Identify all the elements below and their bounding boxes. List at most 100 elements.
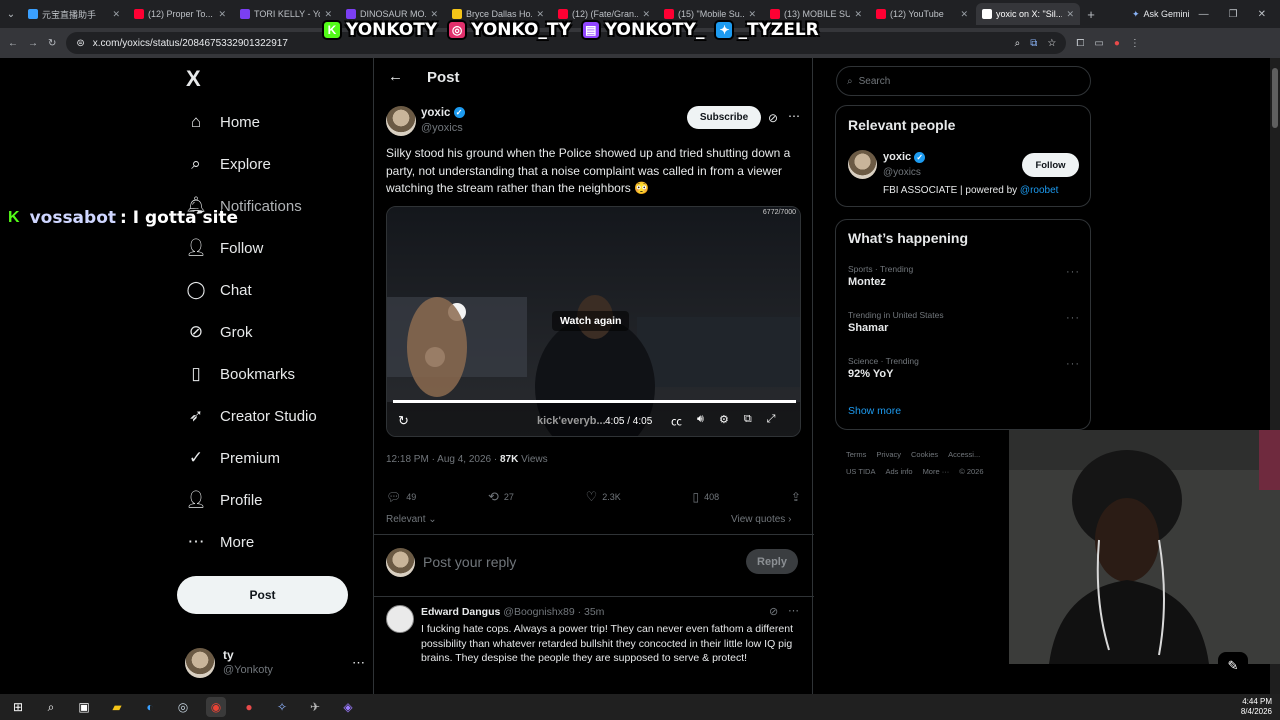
zoom-icon[interactable]: ⌕	[1015, 38, 1021, 49]
extensions-icon[interactable]: ⧠	[1076, 38, 1084, 49]
person-bio-link[interactable]: @roobet	[1020, 185, 1059, 196]
view-quotes-link[interactable]: View quotes ›	[731, 514, 791, 525]
tab-close-icon[interactable]: ✕	[748, 9, 756, 20]
back-icon[interactable]: ←	[8, 38, 18, 49]
tab-close-icon[interactable]: ✕	[960, 9, 968, 20]
tab-close-icon[interactable]: ✕	[112, 9, 120, 20]
repost-action[interactable]: ⟲ 27	[488, 489, 514, 505]
task-view-icon[interactable]: ▣	[74, 697, 94, 717]
replay-icon[interactable]: ↻	[398, 413, 409, 429]
volume-icon[interactable]: 🔊︎	[697, 413, 704, 429]
menu-icon[interactable]: ⋮	[1130, 38, 1140, 49]
reply-post[interactable]: Edward Dangus @Boognishx89 · 35m ⊘ ⋯ I f…	[374, 597, 814, 694]
bookmark-action[interactable]: ▯ 408	[693, 489, 720, 505]
file-explorer-icon[interactable]: ▰	[107, 697, 127, 717]
reply-more-icon[interactable]: ⋯	[788, 604, 799, 617]
site-info-icon[interactable]: ⊜	[76, 38, 84, 49]
minimize-icon[interactable]: —	[1199, 9, 1209, 20]
start-icon[interactable]: ⊞	[8, 697, 28, 717]
back-arrow-icon[interactable]: ←	[388, 68, 403, 85]
nav-item-chat[interactable]: ◯ Chat	[186, 269, 366, 311]
app-icon[interactable]: ◈	[338, 697, 358, 717]
restore-icon[interactable]: ❐	[1229, 9, 1238, 20]
extension-icon[interactable]: ⧉	[1030, 38, 1037, 49]
obs-icon[interactable]: ●	[239, 697, 259, 717]
account-more-icon[interactable]: ⋯	[352, 655, 365, 671]
tab-close-icon[interactable]: ✕	[430, 9, 438, 20]
footer-link[interactable]: © 2026	[959, 463, 983, 480]
search-box[interactable]: ⌕ Search	[836, 66, 1091, 96]
tab-close-icon[interactable]: ✕	[218, 9, 226, 20]
footer-link[interactable]: Privacy	[876, 446, 901, 463]
chrome-icon[interactable]: ◉	[206, 697, 226, 717]
nav-item-grok[interactable]: ⊘ Grok	[186, 311, 366, 353]
scrollbar-thumb[interactable]	[1272, 68, 1278, 128]
search-input[interactable]: Search	[859, 76, 891, 87]
reply-button[interactable]: Reply	[746, 549, 798, 574]
reply-author-name[interactable]: Edward Dangus	[421, 606, 500, 618]
browser-tab[interactable]: 元宝直播助手 ✕	[22, 3, 126, 25]
watch-again-button[interactable]: Watch again	[552, 311, 630, 331]
account-switcher[interactable]: ty @Yonkoty ⋯	[185, 644, 365, 682]
edge-icon[interactable]: ◐	[140, 697, 160, 717]
tab-list-icon[interactable]: ⌄	[0, 9, 22, 20]
trend-more-icon[interactable]: ···	[1066, 358, 1080, 370]
reply-sort-dropdown[interactable]: Relevant ⌄	[386, 514, 437, 525]
video-progress-bar[interactable]	[393, 400, 796, 403]
video-player[interactable]: 6772/7000 Watch again kick'everyb... ↻ 4…	[386, 206, 801, 437]
person-avatar[interactable]	[848, 150, 877, 179]
grok-chat-fab[interactable]: ✎	[1218, 652, 1248, 680]
taskbar-clock[interactable]: 4:44 PM 8/4/2026	[1241, 697, 1280, 717]
ask-gemini-button[interactable]: ✦ Ask Gemini	[1132, 9, 1190, 20]
nav-item-creator-studio[interactable]: ➶ Creator Studio	[186, 395, 366, 437]
footer-link[interactable]: Ads info	[885, 463, 912, 480]
reply-input[interactable]: Post your reply	[423, 554, 516, 570]
like-action[interactable]: ♡ 2.3K	[586, 489, 621, 505]
post-more-icon[interactable]: ⋯	[788, 109, 800, 123]
close-window-icon[interactable]: ✕	[1258, 9, 1266, 20]
grok-explain-icon[interactable]: ⊘	[768, 111, 778, 125]
app-icon[interactable]: ✧	[272, 697, 292, 717]
nav-item-home[interactable]: ⌂ Home	[186, 101, 366, 143]
fullscreen-icon[interactable]: ⤢	[767, 413, 776, 429]
reply-avatar[interactable]	[386, 605, 414, 633]
footer-link[interactable]: Terms	[846, 446, 866, 463]
footer-link[interactable]: Cookies	[911, 446, 938, 463]
nav-item-explore[interactable]: ⌕ Explore	[186, 143, 366, 185]
new-tab-button[interactable]: +	[1080, 7, 1102, 22]
nav-item-more[interactable]: ⋯ More	[186, 521, 366, 563]
app-icon[interactable]: ✈	[305, 697, 325, 717]
subscribe-button[interactable]: Subscribe	[687, 106, 761, 129]
trend-item[interactable]: Sports · Trending Montez ···	[836, 264, 1092, 310]
pip-icon[interactable]: ⧉	[744, 413, 752, 429]
trend-item[interactable]: Science · Trending 92% YoY ···	[836, 356, 1092, 402]
nav-item-profile[interactable]: 👤︎ Profile	[185, 479, 366, 521]
trend-more-icon[interactable]: ···	[1066, 266, 1080, 278]
nav-item-follow[interactable]: 👤︎ Follow	[185, 227, 366, 269]
sidebar-icon[interactable]: ▭	[1094, 38, 1103, 49]
captions-icon[interactable]: ㏄	[671, 413, 682, 429]
footer-link[interactable]: US TIDA	[846, 463, 875, 480]
tab-close-icon[interactable]: ✕	[536, 9, 544, 20]
reply-grok-icon[interactable]: ⊘	[769, 605, 778, 618]
steam-icon[interactable]: ◎	[173, 697, 193, 717]
browser-tab[interactable]: (12) YouTube ✕	[870, 3, 974, 25]
bookmark-star-icon[interactable]: ☆	[1047, 38, 1056, 49]
tab-close-icon[interactable]: ✕	[324, 9, 332, 20]
settings-gear-icon[interactable]: ⚙	[719, 413, 729, 429]
footer-link[interactable]: Accessi...	[948, 446, 980, 463]
browser-tab[interactable]: yoxic on X: "Sil... ✕	[976, 3, 1080, 25]
trend-more-icon[interactable]: ···	[1066, 312, 1080, 324]
forward-icon[interactable]: →	[28, 38, 38, 49]
person-info[interactable]: yoxic ✓ @yoxics	[883, 150, 926, 180]
show-more-link[interactable]: Show more	[848, 405, 901, 417]
post-button[interactable]: Post	[177, 576, 348, 614]
footer-link[interactable]: More ···	[923, 463, 950, 480]
profile-avatar-icon[interactable]: ●	[1114, 38, 1120, 49]
tab-close-icon[interactable]: ✕	[642, 9, 650, 20]
trend-item[interactable]: Trending in United States Shamar ···	[836, 310, 1092, 356]
nav-item-bookmarks[interactable]: ▯ Bookmarks	[186, 353, 366, 395]
nav-item-premium[interactable]: ✓ Premium	[186, 437, 366, 479]
share-action[interactable]: ⇪	[791, 489, 801, 505]
tab-close-icon[interactable]: ✕	[1066, 9, 1074, 20]
